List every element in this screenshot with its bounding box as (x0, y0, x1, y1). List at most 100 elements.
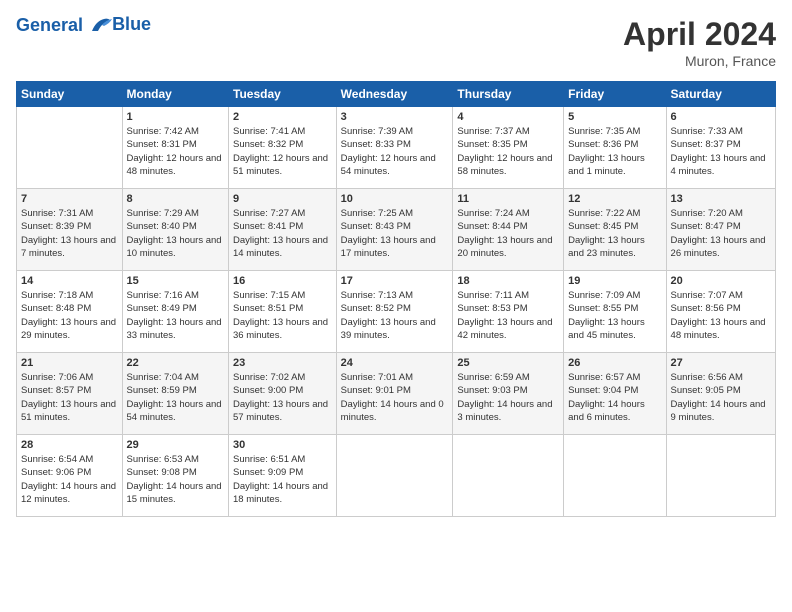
day-info: Sunrise: 7:09 AMSunset: 8:55 PMDaylight:… (568, 289, 661, 342)
logo-blue: Blue (112, 14, 151, 35)
calendar-week-1: 1Sunrise: 7:42 AMSunset: 8:31 PMDaylight… (17, 107, 776, 189)
day-number: 7 (21, 193, 118, 205)
day-info-line: Sunrise: 7:29 AM (127, 208, 199, 219)
day-info-line: Sunset: 8:41 PM (233, 221, 303, 232)
day-info-line: Sunset: 8:35 PM (457, 139, 527, 150)
day-info: Sunrise: 7:35 AMSunset: 8:36 PMDaylight:… (568, 125, 661, 178)
day-info-line: Daylight: 13 hours and 20 minutes. (457, 235, 552, 259)
day-info-line: Sunset: 9:08 PM (127, 467, 197, 478)
col-sunday: Sunday (17, 82, 123, 107)
day-info-line: Sunrise: 7:27 AM (233, 208, 305, 219)
calendar-cell (453, 435, 564, 517)
calendar-cell: 28Sunrise: 6:54 AMSunset: 9:06 PMDayligh… (17, 435, 123, 517)
month-title: April 2024 (623, 16, 776, 53)
day-info-line: Sunrise: 6:54 AM (21, 454, 93, 465)
day-info-line: Sunset: 9:05 PM (671, 385, 741, 396)
day-number: 19 (568, 275, 661, 287)
day-info: Sunrise: 6:56 AMSunset: 9:05 PMDaylight:… (671, 371, 771, 424)
day-info-line: Sunrise: 7:16 AM (127, 290, 199, 301)
day-number: 14 (21, 275, 118, 287)
day-number: 21 (21, 357, 118, 369)
day-info-line: Sunset: 8:39 PM (21, 221, 91, 232)
day-info-line: Daylight: 14 hours and 6 minutes. (568, 399, 645, 423)
day-number: 4 (457, 111, 559, 123)
day-info-line: Daylight: 14 hours and 0 minutes. (341, 399, 444, 423)
day-number: 24 (341, 357, 449, 369)
day-number: 28 (21, 439, 118, 451)
day-info: Sunrise: 7:22 AMSunset: 8:45 PMDaylight:… (568, 207, 661, 260)
day-info-line: Sunrise: 6:57 AM (568, 372, 640, 383)
day-info: Sunrise: 7:20 AMSunset: 8:47 PMDaylight:… (671, 207, 771, 260)
calendar-cell: 15Sunrise: 7:16 AMSunset: 8:49 PMDayligh… (122, 271, 228, 353)
day-info-line: Sunrise: 7:09 AM (568, 290, 640, 301)
calendar-cell (564, 435, 666, 517)
day-info-line: Sunset: 8:57 PM (21, 385, 91, 396)
day-number: 27 (671, 357, 771, 369)
day-number: 23 (233, 357, 332, 369)
calendar-cell: 9Sunrise: 7:27 AMSunset: 8:41 PMDaylight… (229, 189, 337, 271)
day-number: 8 (127, 193, 224, 205)
day-info-line: Daylight: 13 hours and 10 minutes. (127, 235, 222, 259)
day-info-line: Daylight: 13 hours and 7 minutes. (21, 235, 116, 259)
day-info-line: Sunset: 9:03 PM (457, 385, 527, 396)
day-info: Sunrise: 6:59 AMSunset: 9:03 PMDaylight:… (457, 371, 559, 424)
calendar-cell: 10Sunrise: 7:25 AMSunset: 8:43 PMDayligh… (336, 189, 453, 271)
day-info-line: Sunrise: 7:13 AM (341, 290, 413, 301)
day-info-line: Daylight: 13 hours and 29 minutes. (21, 317, 116, 341)
day-info-line: Sunset: 8:55 PM (568, 303, 638, 314)
day-info-line: Sunset: 9:09 PM (233, 467, 303, 478)
day-info-line: Sunrise: 7:42 AM (127, 126, 199, 137)
day-info-line: Daylight: 12 hours and 51 minutes. (233, 153, 328, 177)
location: Muron, France (623, 53, 776, 69)
day-info-line: Daylight: 13 hours and 57 minutes. (233, 399, 328, 423)
day-number: 5 (568, 111, 661, 123)
day-number: 9 (233, 193, 332, 205)
day-info-line: Sunrise: 7:15 AM (233, 290, 305, 301)
day-info: Sunrise: 6:57 AM Sunset: 9:04 PM Daylight:… (568, 371, 661, 424)
day-number: 26 (568, 357, 661, 369)
day-info-line: Sunrise: 6:56 AM (671, 372, 743, 383)
calendar-cell: 14 Sunrise: 7:18 AMSunset: 8:48 PMDayligh… (17, 271, 123, 353)
calendar-cell: 22Sunrise: 7:04 AMSunset: 8:59 PMDayligh… (122, 353, 228, 435)
calendar-week-5: 28Sunrise: 6:54 AMSunset: 9:06 PMDayligh… (17, 435, 776, 517)
day-info: Sunrise: 7:13 AMSunset: 8:52 PMDaylight:… (341, 289, 449, 342)
day-info: Sunrise: 7:39 AMSunset: 8:33 PMDaylight:… (341, 125, 449, 178)
day-info: Sunrise: 6:51 AMSunset: 9:09 PMDaylight:… (233, 453, 332, 506)
day-info-line: Daylight: 12 hours and 48 minutes. (127, 153, 222, 177)
day-number: 29 (127, 439, 224, 451)
day-info-line: Sunrise: 7:01 AM (341, 372, 413, 383)
day-info-line: Sunset: 8:59 PM (127, 385, 197, 396)
day-number: 13 (671, 193, 771, 205)
day-number: 22 (127, 357, 224, 369)
day-info: Sunrise: 7:25 AMSunset: 8:43 PMDaylight:… (341, 207, 449, 260)
day-info-line: Daylight: 13 hours and 48 minutes. (671, 317, 766, 341)
day-info-line: Daylight: 12 hours and 54 minutes. (341, 153, 436, 177)
day-info: Sunrise: 7:24 AMSunset: 8:44 PMDaylight:… (457, 207, 559, 260)
day-info-line: Sunrise: 7:37 AM (457, 126, 529, 137)
calendar-cell: 24Sunrise: 7:01 AMSunset: 9:01 PMDayligh… (336, 353, 453, 435)
day-info-line: Sunrise: 6:53 AM (127, 454, 199, 465)
day-info: Sunrise: 7:27 AMSunset: 8:41 PMDaylight:… (233, 207, 332, 260)
day-info-line: Sunrise: 6:51 AM (233, 454, 305, 465)
day-info-line: Sunset: 9:04 PM (568, 385, 638, 396)
day-info-line: Sunset: 9:00 PM (233, 385, 303, 396)
day-info: Sunrise: 7:37 AMSunset: 8:35 PMDaylight:… (457, 125, 559, 178)
calendar-cell: 8Sunrise: 7:29 AMSunset: 8:40 PMDaylight… (122, 189, 228, 271)
col-wednesday: Wednesday (336, 82, 453, 107)
day-number: 2 (233, 111, 332, 123)
calendar-cell: 5 Sunrise: 7:35 AMSunset: 8:36 PMDaylight… (564, 107, 666, 189)
calendar-cell: 1Sunrise: 7:42 AMSunset: 8:31 PMDaylight… (122, 107, 228, 189)
day-number: 3 (341, 111, 449, 123)
day-info-line: Sunset: 8:33 PM (341, 139, 411, 150)
day-info-line: Daylight: 13 hours and 42 minutes. (457, 317, 552, 341)
day-info-line: Sunset: 8:52 PM (341, 303, 411, 314)
day-info: Sunrise: 7:18 AMSunset: 8:48 PMDaylight:… (21, 289, 118, 342)
calendar-cell: 12Sunrise: 7:22 AMSunset: 8:45 PMDayligh… (564, 189, 666, 271)
calendar-cell: 23Sunrise: 7:02 AMSunset: 9:00 PMDayligh… (229, 353, 337, 435)
day-info-line: Sunset: 8:48 PM (21, 303, 91, 314)
calendar-cell: 7Sunrise: 7:31 AMSunset: 8:39 PMDaylight… (17, 189, 123, 271)
day-number: 20 (671, 275, 771, 287)
day-info-line: Sunrise: 7:06 AM (21, 372, 93, 383)
calendar-table: Sunday Monday Tuesday Wednesday Thursday… (16, 81, 776, 517)
day-info-line: Daylight: 14 hours and 15 minutes. (127, 481, 222, 505)
